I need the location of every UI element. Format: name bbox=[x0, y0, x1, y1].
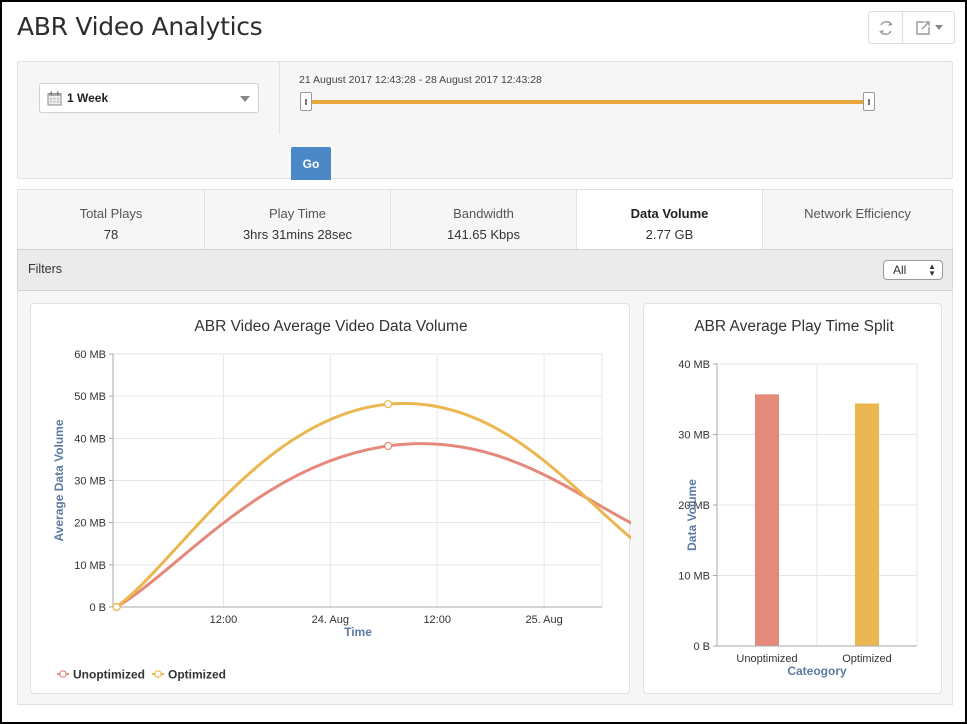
chevron-down-icon bbox=[240, 96, 250, 102]
y-tick-label: 40 MB bbox=[678, 359, 710, 371]
bar-chart-card: ABR Average Play Time Split 0 B 10 MB 20 MB… bbox=[643, 303, 942, 694]
calendar-icon bbox=[47, 91, 62, 105]
select-arrows-icon: ▲ ▼ bbox=[928, 262, 936, 278]
data-point bbox=[384, 400, 393, 409]
tab-label: Data Volume bbox=[630, 206, 709, 221]
chart-title: ABR Average Play Time Split bbox=[694, 318, 894, 335]
filters-label: Filters bbox=[28, 262, 63, 276]
tab-value: 141.65 Kbps bbox=[446, 227, 520, 242]
export-icon bbox=[915, 20, 930, 35]
x-tick-label: 12:00 bbox=[210, 614, 238, 626]
y-tick-label: 0 B bbox=[89, 602, 106, 614]
tab-data-volume[interactable]: Data Volume 2.77 GB bbox=[577, 190, 763, 249]
tab-label: Network Efficiency bbox=[804, 206, 911, 221]
series-line-optimized bbox=[115, 401, 657, 609]
y-tick-label: 50 MB bbox=[74, 391, 106, 403]
go-button[interactable]: Go bbox=[291, 147, 331, 180]
y-tick-label: 20 MB bbox=[74, 518, 106, 530]
slider-handle-end[interactable] bbox=[863, 92, 875, 111]
tab-total-plays[interactable]: Total Plays 78 bbox=[18, 190, 205, 249]
refresh-icon bbox=[878, 20, 893, 35]
data-point bbox=[112, 602, 121, 612]
y-tick-label: 10 MB bbox=[678, 571, 710, 583]
y-axis-title: Average Data Volume bbox=[52, 419, 66, 541]
x-axis-title: Cateogory bbox=[787, 664, 847, 678]
x-tick-label: 25. Aug bbox=[525, 614, 562, 626]
metric-tabs: Total Plays 78 Play Time 3hrs 31mins 28s… bbox=[17, 189, 953, 249]
refresh-button[interactable] bbox=[869, 12, 903, 43]
y-tick-label: 40 MB bbox=[74, 433, 106, 445]
filter-value: All bbox=[893, 263, 907, 277]
tab-label: Play Time bbox=[268, 206, 327, 221]
line-chart-card: ABR Video Average Video Data Volume 0 B 10… bbox=[30, 303, 660, 694]
x-tick-label: Optimized bbox=[842, 653, 892, 665]
bar-unoptimized bbox=[755, 394, 779, 646]
y-tick-label: 30 MB bbox=[74, 476, 106, 488]
period-dropdown[interactable]: 1 Week bbox=[39, 83, 259, 113]
toolbar bbox=[868, 11, 955, 44]
chart-title: ABR Video Average Video Data Volume bbox=[194, 318, 467, 335]
y-tick-label: 10 MB bbox=[74, 560, 106, 572]
bar-chart: ABR Average Play Time Split0 B10 MB20 MB… bbox=[678, 318, 918, 678]
bar-optimized bbox=[855, 403, 879, 646]
legend-item-unoptimized[interactable]: Unoptimized bbox=[57, 668, 145, 682]
divider bbox=[279, 62, 280, 134]
charts-area: ABR Video Average Video Data Volume 0 B 10… bbox=[17, 291, 953, 705]
legend-label: Optimized bbox=[168, 668, 226, 682]
chevron-down-icon bbox=[934, 25, 943, 30]
period-value: 1 Week bbox=[67, 91, 109, 105]
export-button[interactable] bbox=[903, 12, 954, 43]
tab-value: 3hrs 31mins 28sec bbox=[242, 227, 353, 242]
legend-marker-icon bbox=[154, 670, 162, 678]
tab-label: Bandwidth bbox=[453, 206, 514, 221]
line-chart: ABR Video Average Video Data Volume 0 B 10… bbox=[52, 318, 660, 682]
page: ABR Video Analytics 1 Week 21 August 201… bbox=[2, 2, 965, 722]
tab-network-efficiency[interactable]: Network Efficiency bbox=[763, 190, 952, 249]
y-tick-label: 0 B bbox=[693, 641, 710, 653]
tab-bandwidth[interactable]: Bandwidth 141.65 Kbps bbox=[391, 190, 577, 249]
time-range-slider[interactable] bbox=[308, 100, 868, 104]
x-axis-title: Time bbox=[344, 625, 372, 639]
slider-handle-start[interactable] bbox=[300, 92, 312, 111]
legend-marker-icon bbox=[59, 670, 67, 678]
tab-value: 78 bbox=[103, 227, 119, 242]
tab-value: 2.77 GB bbox=[645, 227, 694, 242]
data-point bbox=[384, 441, 393, 451]
tab-label: Total Plays bbox=[79, 206, 143, 221]
y-tick-label: 30 MB bbox=[678, 430, 710, 442]
time-range-panel: 1 Week 21 August 2017 12:43:28 - 28 Augu… bbox=[17, 61, 953, 180]
legend-item-optimized[interactable]: Optimized bbox=[152, 668, 226, 682]
x-tick-label: 12:00 bbox=[423, 614, 451, 626]
y-axis-title: Data Volume bbox=[685, 479, 699, 551]
legend-label: Unoptimized bbox=[73, 668, 145, 682]
filters-bar: Filters All ▲ ▼ bbox=[17, 249, 953, 291]
page-title: ABR Video Analytics bbox=[17, 12, 263, 41]
filter-select[interactable]: All ▲ ▼ bbox=[883, 260, 943, 280]
y-tick-label: 60 MB bbox=[74, 349, 106, 361]
time-range-label: 21 August 2017 12:43:28 - 28 August 2017… bbox=[299, 74, 542, 86]
tab-play-time[interactable]: Play Time 3hrs 31mins 28sec bbox=[205, 190, 391, 249]
